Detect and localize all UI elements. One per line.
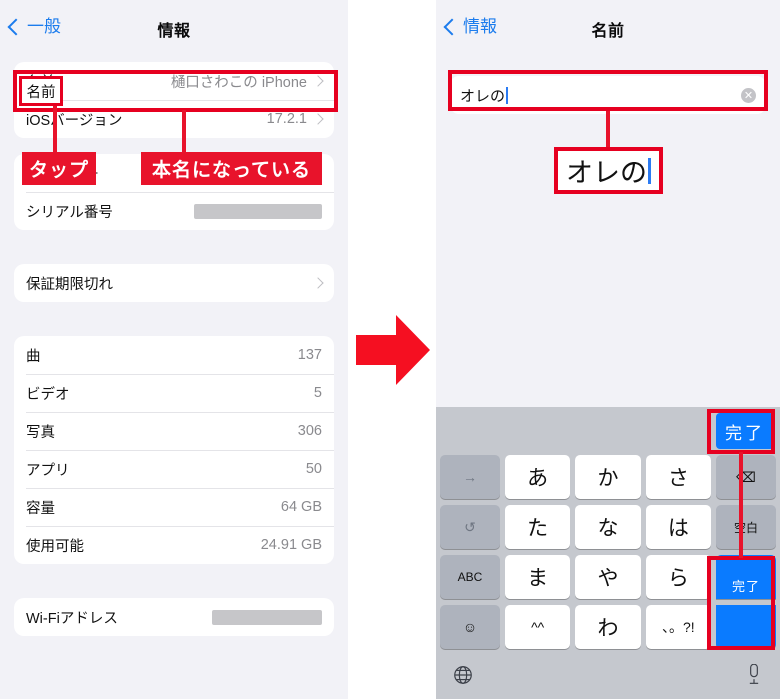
key-kaomoji[interactable]: ^^	[505, 605, 571, 649]
keyboard-row-2: ↺ た な は 空白	[440, 505, 776, 549]
row-value-wrap	[194, 203, 322, 219]
key-undo[interactable]: ↺	[440, 505, 500, 549]
row-value: 306	[297, 423, 322, 439]
annotation-label-realname: 本名になっている	[141, 152, 322, 185]
annotation-box-toolbar-done	[707, 409, 775, 454]
backspace-icon[interactable]: ⌫	[715, 455, 776, 499]
row-value: 137	[297, 347, 322, 363]
key-ra[interactable]: ら	[645, 555, 711, 599]
key-next-candidate[interactable]: →	[440, 455, 500, 499]
row-value-wrap	[312, 277, 324, 289]
annotation-connector-callout	[606, 111, 610, 149]
warranty-group: 保証期限切れ	[14, 264, 334, 302]
keyboard-bottom-bar	[436, 655, 780, 699]
right-arrow-icon	[352, 305, 434, 395]
key-ha[interactable]: は	[645, 505, 711, 549]
row-serial-number[interactable]: シリアル番号	[14, 192, 334, 230]
redacted-value	[194, 203, 322, 219]
callout-caret	[648, 157, 651, 184]
key-space[interactable]: 空白	[715, 505, 776, 549]
annotation-connector-tap	[53, 106, 57, 154]
right-page-title: 名前	[591, 23, 625, 40]
row-value: 50	[305, 461, 322, 477]
annotation-connector-done	[739, 452, 743, 558]
key-ma[interactable]: ま	[505, 555, 571, 599]
key-sa[interactable]: さ	[645, 455, 711, 499]
key-ta[interactable]: た	[505, 505, 571, 549]
right-navbar: 情報 名前	[436, 0, 780, 62]
redacted-value	[212, 609, 322, 625]
row-label: 使用可能	[26, 538, 84, 555]
annotation-label-tap: タップ	[22, 152, 96, 185]
row-label: 写真	[26, 424, 55, 441]
annotation-callout-typed-text: オレの	[554, 147, 663, 194]
row-label: 曲	[26, 348, 41, 365]
row-value: 24.91 GB	[260, 537, 322, 553]
chevron-right-icon	[312, 113, 324, 125]
key-punctuation[interactable]: 、。?!	[645, 605, 711, 649]
row-label: ビデオ	[26, 386, 70, 403]
row-value: 5	[313, 385, 322, 401]
network-group: Wi-Fiアドレス	[14, 598, 334, 636]
callout-text: オレの	[566, 158, 647, 188]
annotation-name-label-text: 名前	[26, 84, 56, 101]
row-label: 保証期限切れ	[26, 276, 113, 293]
row-warranty[interactable]: 保証期限切れ	[14, 264, 334, 302]
storage-stats-group: 曲 137 ビデオ 5 写真 306 アプリ 50 容量 64 GB 使用可能 …	[14, 336, 334, 564]
keyboard-row-1: → あ か さ ⌫	[440, 455, 776, 499]
left-page-title: 情報	[157, 23, 191, 40]
row-videos: ビデオ 5	[14, 374, 334, 412]
key-ka[interactable]: か	[575, 455, 641, 499]
key-wa[interactable]: わ	[575, 605, 641, 649]
row-label: Wi-Fiアドレス	[26, 610, 118, 627]
row-value: 64 GB	[280, 499, 322, 515]
left-navbar: 一般 情報	[0, 0, 348, 62]
key-na[interactable]: な	[575, 505, 641, 549]
row-label: 容量	[26, 500, 55, 517]
row-wifi-address: Wi-Fiアドレス	[14, 598, 334, 636]
microphone-icon[interactable]	[744, 663, 764, 691]
chevron-right-icon	[312, 277, 324, 289]
key-ya[interactable]: や	[575, 555, 641, 599]
key-a[interactable]: あ	[505, 455, 571, 499]
key-abc-toggle[interactable]: ABC	[440, 555, 500, 599]
row-value-wrap: 17.2.1	[266, 111, 324, 127]
annotation-connector-realname	[182, 110, 186, 154]
globe-icon[interactable]	[452, 664, 474, 691]
row-available: 使用可能 24.91 GB	[14, 526, 334, 564]
annotation-box-key-done	[707, 556, 775, 650]
row-label: アプリ	[26, 462, 70, 479]
row-label: シリアル番号	[26, 204, 113, 221]
screenshot-stage: 一般 情報 名前 樋口さわこの iPhone iOSバージョン 17.2.1	[0, 0, 780, 699]
row-photos: 写真 306	[14, 412, 334, 450]
row-songs: 曲 137	[14, 336, 334, 374]
row-apps: アプリ 50	[14, 450, 334, 488]
row-capacity: 容量 64 GB	[14, 488, 334, 526]
emoji-icon[interactable]: ☺	[440, 605, 500, 649]
row-value: 17.2.1	[266, 111, 307, 127]
annotation-box-name-field	[448, 70, 768, 111]
row-value-wrap	[212, 609, 322, 625]
